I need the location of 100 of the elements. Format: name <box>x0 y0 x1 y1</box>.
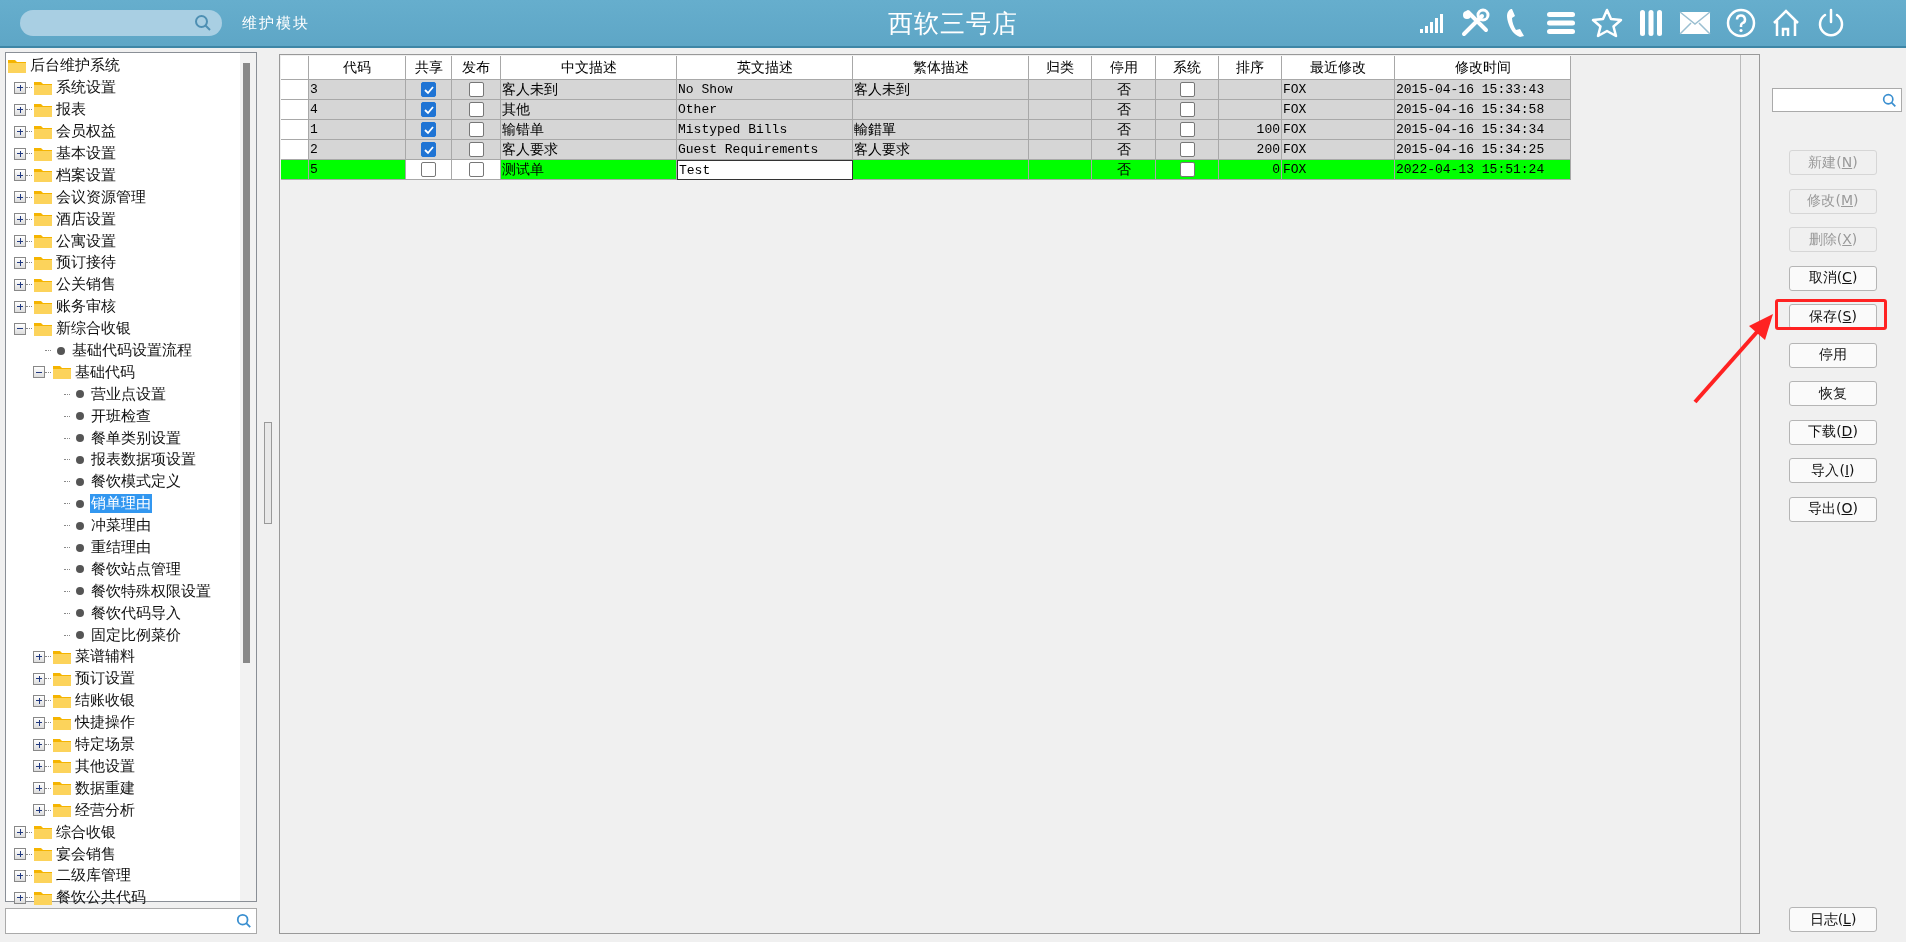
checkbox[interactable] <box>468 122 484 137</box>
row-header[interactable] <box>281 120 309 140</box>
action-button[interactable]: 停用 <box>1789 342 1877 368</box>
tree-item[interactable]: 餐饮站点管理 <box>90 559 182 579</box>
column-header[interactable]: 英文描述 <box>677 56 853 80</box>
search-icon[interactable] <box>1882 92 1897 108</box>
expander-icon[interactable] <box>33 782 45 795</box>
expander-icon[interactable] <box>14 322 26 335</box>
tree-item[interactable]: 公寓设置 <box>55 231 117 251</box>
action-button[interactable]: 取消(C) <box>1789 265 1877 291</box>
expander-icon[interactable] <box>33 651 45 663</box>
column-header[interactable]: 归类 <box>1029 56 1092 80</box>
expander-icon[interactable] <box>14 848 26 860</box>
checkbox[interactable] <box>421 102 436 117</box>
expander-icon[interactable] <box>14 103 26 116</box>
tree-item[interactable]: 酒店设置 <box>55 209 117 229</box>
expander-icon[interactable] <box>14 256 26 269</box>
expander-icon[interactable] <box>33 672 45 685</box>
checkbox[interactable] <box>468 162 484 177</box>
expander-icon[interactable] <box>33 716 45 729</box>
tree-item[interactable]: 固定比例菜价 <box>90 625 182 645</box>
tree-item[interactable]: 预订设置 <box>74 669 136 689</box>
expander-icon[interactable] <box>33 760 45 773</box>
tree-item[interactable]: 基础代码设置流程 <box>71 341 193 360</box>
expander-icon[interactable] <box>14 869 26 882</box>
checkbox[interactable] <box>1179 142 1195 157</box>
row-header[interactable] <box>281 140 309 160</box>
expander-icon[interactable] <box>33 366 45 379</box>
tree-item[interactable]: 其他设置 <box>74 756 136 776</box>
home-icon[interactable] <box>1771 8 1801 38</box>
tree-item[interactable]: 二级库管理 <box>55 866 132 886</box>
checkbox[interactable] <box>468 142 484 157</box>
column-header[interactable]: 代码 <box>309 56 406 80</box>
tree-item[interactable]: 会议资源管理 <box>55 187 147 207</box>
signal-icon[interactable] <box>1419 12 1445 34</box>
search-field[interactable] <box>1772 88 1902 112</box>
tree-item[interactable]: 后台维护系统 <box>29 56 121 76</box>
column-header[interactable]: 繁体描述 <box>853 56 1029 80</box>
tree-item[interactable]: 公关销售 <box>55 275 117 295</box>
tree-item[interactable]: 开班检查 <box>90 406 152 426</box>
row-header[interactable] <box>281 80 309 100</box>
row-header[interactable] <box>281 100 309 120</box>
checkbox[interactable] <box>468 82 484 97</box>
menu-icon[interactable] <box>1546 10 1576 36</box>
expander-icon[interactable] <box>14 169 26 182</box>
scrollbar-thumb[interactable] <box>243 63 250 663</box>
action-button[interactable]: 导入(I) <box>1789 458 1877 483</box>
tree-item[interactable]: 档案设置 <box>55 165 117 185</box>
checkbox[interactable] <box>468 102 484 117</box>
tree-item[interactable]: 营业点设置 <box>90 384 167 404</box>
tree-item[interactable]: 综合收银 <box>55 822 117 842</box>
tree-item[interactable]: 餐饮公共代码 <box>55 888 147 908</box>
mail-icon[interactable] <box>1679 11 1711 35</box>
tree-item[interactable]: 菜谱辅料 <box>74 647 136 667</box>
tree-item[interactable]: 餐单类别设置 <box>90 428 182 448</box>
search-icon[interactable] <box>236 913 252 929</box>
expander-icon[interactable] <box>14 235 26 248</box>
power-icon[interactable] <box>1816 8 1846 38</box>
expander-icon[interactable] <box>14 81 26 94</box>
tree-item[interactable]: 基本设置 <box>55 144 117 163</box>
column-header[interactable]: 排序 <box>1219 56 1282 80</box>
columns-icon[interactable] <box>1638 8 1664 38</box>
help-icon[interactable] <box>1726 8 1756 38</box>
expander-icon[interactable] <box>14 191 26 204</box>
tree-item[interactable]: 冲菜理由 <box>90 516 152 536</box>
tree-item[interactable]: 系统设置 <box>55 78 117 98</box>
checkbox[interactable] <box>1179 82 1195 97</box>
tree-item[interactable]: 快捷操作 <box>74 713 136 733</box>
expander-icon[interactable] <box>14 213 26 226</box>
cell-editor[interactable]: Test <box>677 160 853 180</box>
checkbox[interactable] <box>421 142 436 157</box>
tree-item[interactable]: 会员权益 <box>55 122 117 142</box>
action-button[interactable]: 恢复 <box>1789 381 1877 406</box>
tree-item[interactable]: 预订接待 <box>55 253 117 273</box>
tree-item[interactable]: 账务审核 <box>55 297 117 317</box>
column-header[interactable]: 系统 <box>1156 56 1219 80</box>
tree-item[interactable]: 报表 <box>55 100 87 120</box>
log-button[interactable]: 日志(L) <box>1789 907 1877 932</box>
checkbox[interactable] <box>421 82 436 97</box>
tools-icon[interactable] <box>1460 8 1490 38</box>
expander-icon[interactable] <box>14 147 26 160</box>
search-field[interactable] <box>20 10 222 36</box>
checkbox[interactable] <box>421 162 436 177</box>
action-button[interactable]: 下载(D) <box>1789 419 1877 445</box>
tree-item[interactable]: 餐饮模式定义 <box>90 472 182 492</box>
expander-icon[interactable] <box>14 300 26 313</box>
splitter-handle[interactable] <box>264 422 272 524</box>
checkbox[interactable] <box>421 122 436 137</box>
tree-item[interactable]: 餐饮特殊权限设置 <box>90 581 212 601</box>
column-header[interactable]: 修改时间 <box>1395 56 1571 80</box>
checkbox[interactable] <box>1179 102 1195 117</box>
column-header[interactable]: 中文描述 <box>501 56 677 80</box>
column-header[interactable]: 停用 <box>1092 56 1156 80</box>
tree-item[interactable]: 特定场景 <box>74 735 136 755</box>
tree-item[interactable]: 报表数据项设置 <box>90 450 197 470</box>
expander-icon[interactable] <box>33 804 45 817</box>
tree-item[interactable]: 结账收银 <box>74 691 136 711</box>
tree-item[interactable]: 新综合收银 <box>55 319 132 339</box>
checkbox[interactable] <box>1179 162 1195 177</box>
tree-item[interactable]: 数据重建 <box>74 778 136 798</box>
